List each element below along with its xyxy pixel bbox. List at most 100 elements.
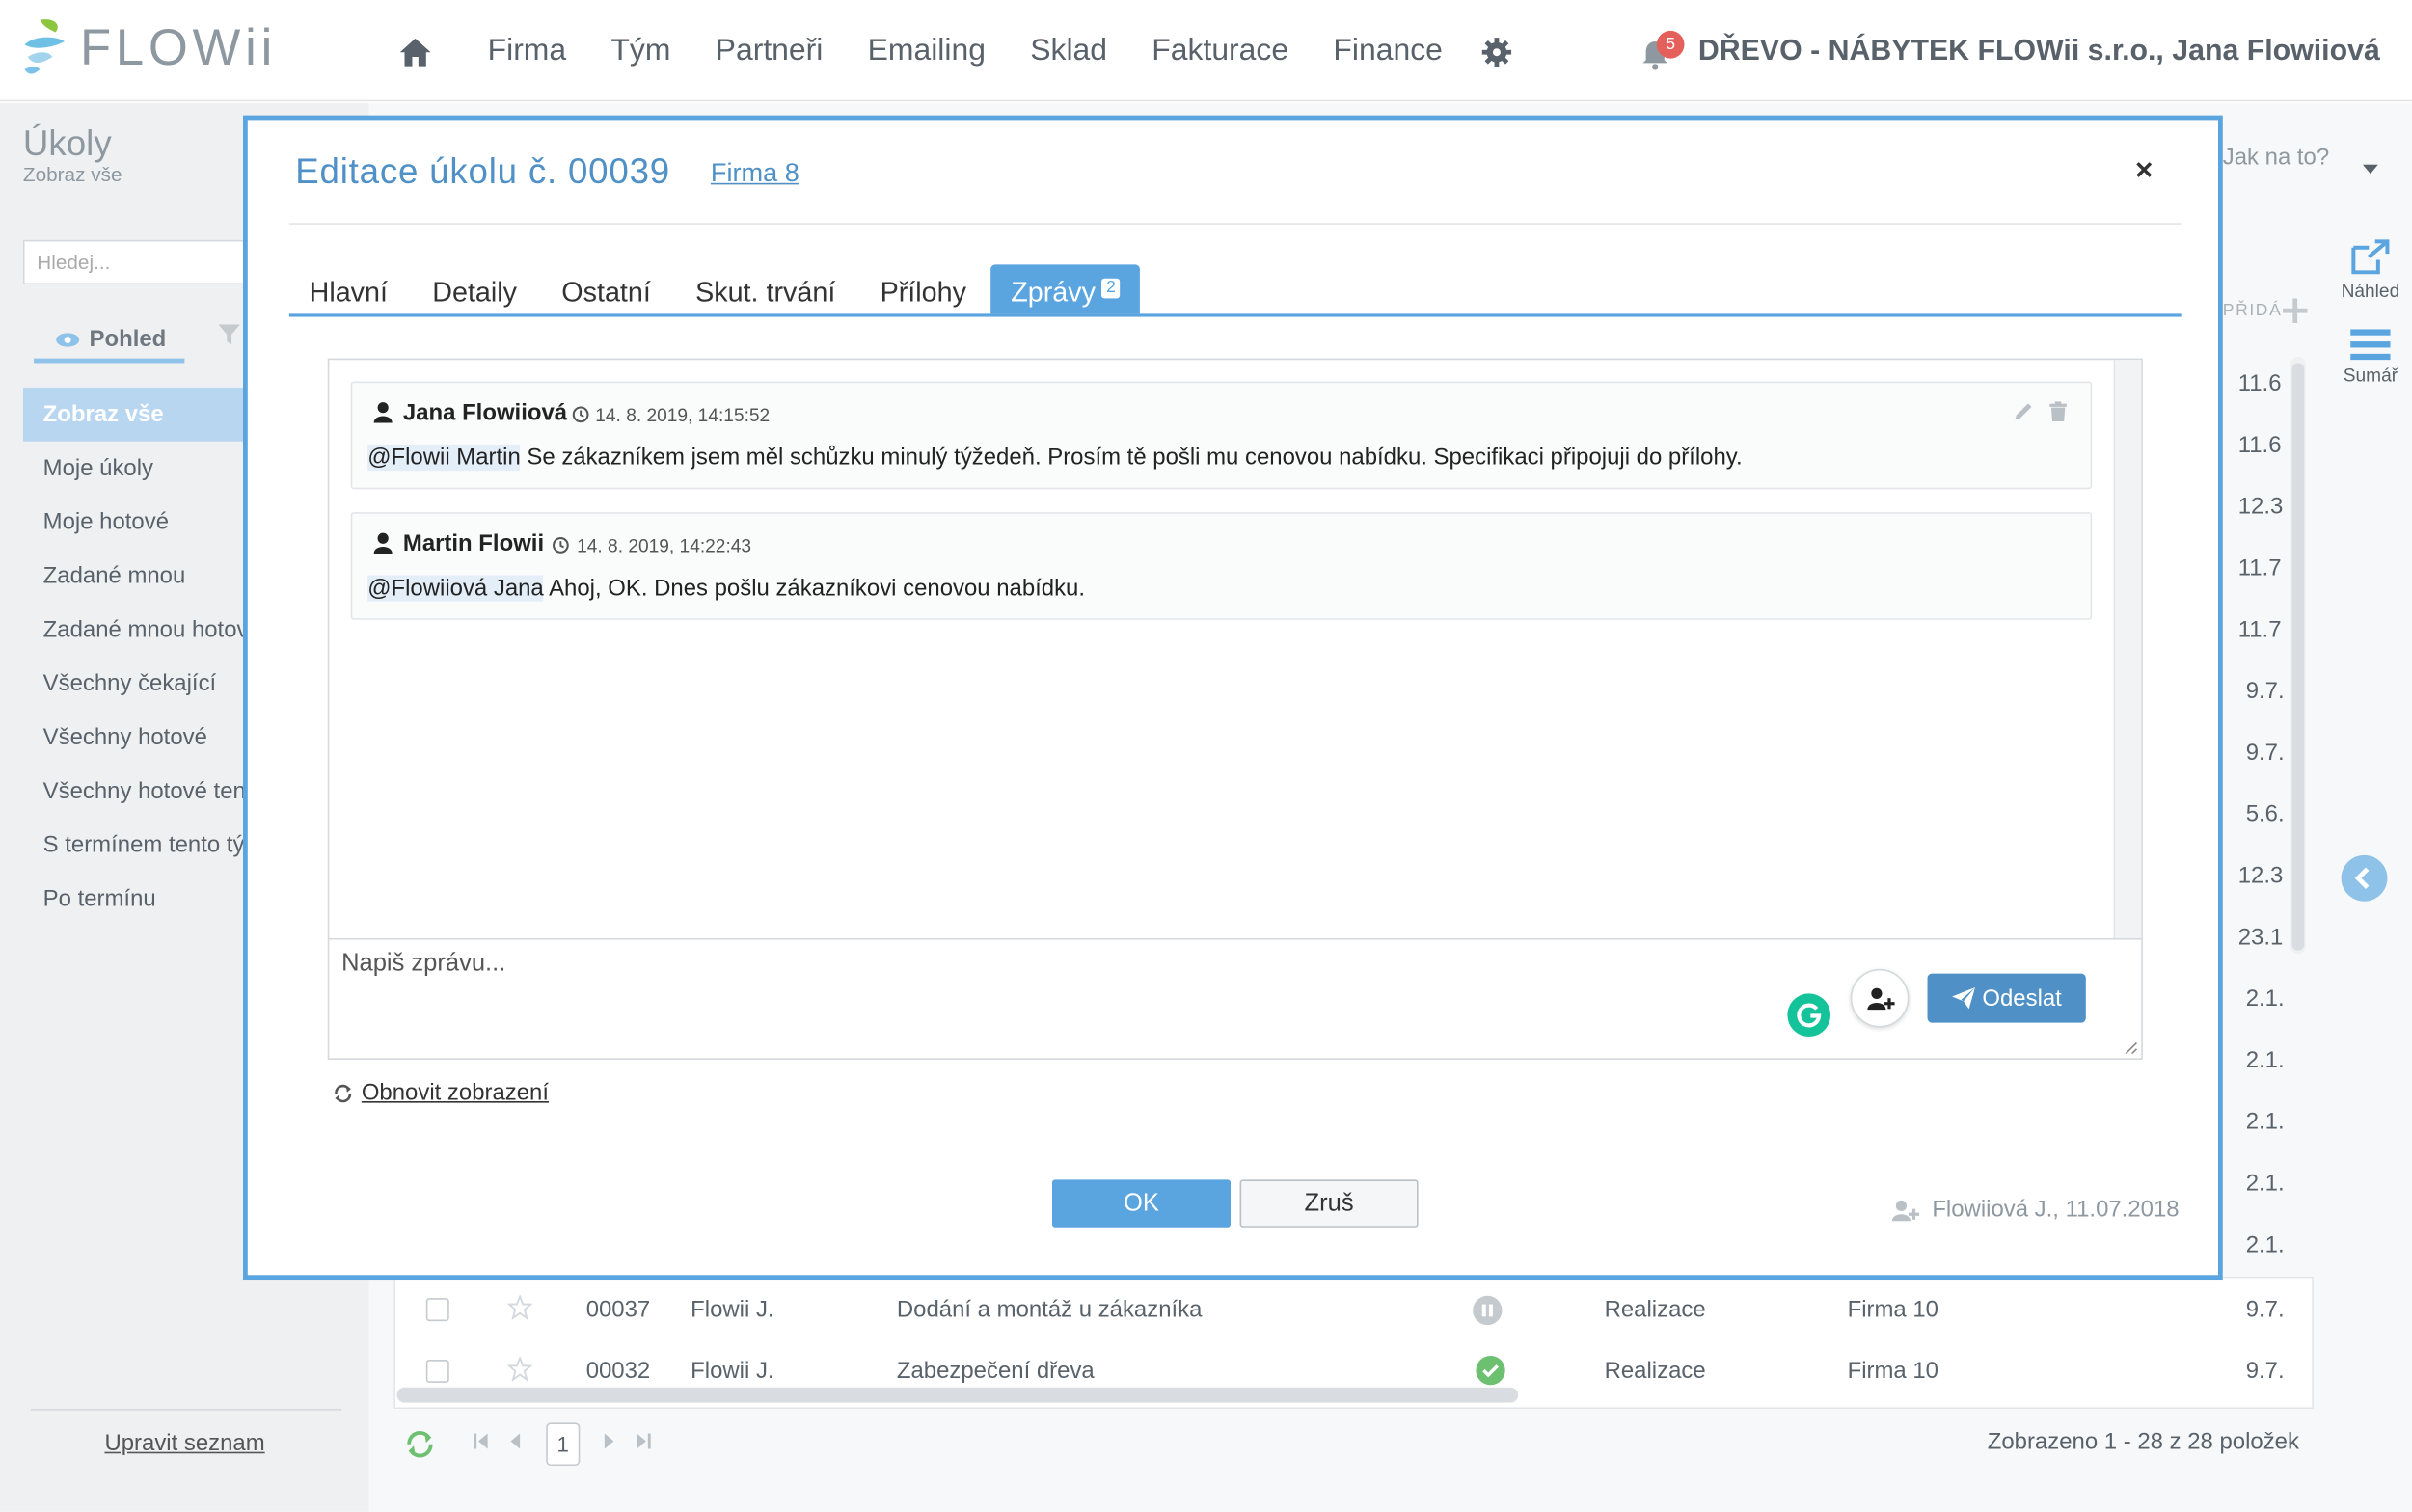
nav-firma[interactable]: Firma bbox=[488, 34, 567, 69]
messages-count-badge: 2 bbox=[1101, 278, 1121, 299]
message-item: Martin Flowii 14. 8. 2019, 14:22:43 @Flo… bbox=[350, 512, 2093, 620]
home-icon bbox=[399, 38, 431, 67]
menu-item-all-waiting[interactable]: Všechny čekající bbox=[23, 657, 246, 711]
nav-sklad[interactable]: Sklad bbox=[1030, 34, 1107, 69]
row-id: 00037 bbox=[585, 1296, 651, 1323]
menu-item-due-this-week[interactable]: S termínem tento týden bbox=[23, 819, 247, 873]
row-checkbox[interactable] bbox=[425, 1298, 449, 1322]
prev-page-button[interactable] bbox=[507, 1432, 523, 1455]
menu-item-my-tasks[interactable]: Moje úkoly bbox=[23, 442, 246, 496]
company-user-label[interactable]: DŘEVO - NÁBYTEK FLOWii s.r.o., Jana Flow… bbox=[1698, 36, 2380, 69]
nav-fakturace[interactable]: Fakturace bbox=[1152, 34, 1288, 69]
refresh-messages-link[interactable]: Obnovit zobrazení bbox=[362, 1080, 549, 1106]
table-date-cell: 2.1. bbox=[2245, 1170, 2285, 1197]
nav-finance[interactable]: Finance bbox=[1333, 34, 1442, 69]
current-page[interactable]: 1 bbox=[546, 1422, 581, 1467]
search-input[interactable]: Hledej... bbox=[22, 239, 270, 285]
nav-emailing[interactable]: Emailing bbox=[868, 34, 986, 69]
tab-messages[interactable]: Zprávy 2 bbox=[990, 264, 1141, 314]
message-time: 14. 8. 2019, 14:15:52 bbox=[595, 404, 771, 426]
dialog-tabs: Hlavní Detaily Ostatní Skut. trvání Příl… bbox=[288, 264, 2182, 317]
refresh-icon bbox=[407, 1430, 433, 1458]
row-owner: Flowii J. bbox=[691, 1296, 774, 1323]
table-date-cell: 9.7. bbox=[2245, 740, 2285, 767]
table-date-cell: 11.7 bbox=[2237, 616, 2282, 643]
tab-messages-label: Zprávy bbox=[1011, 277, 1096, 308]
messages-scrollbar[interactable] bbox=[2113, 360, 2142, 938]
close-button[interactable]: × bbox=[2135, 154, 2154, 190]
refresh-table-button[interactable] bbox=[403, 1427, 437, 1469]
star-button[interactable] bbox=[506, 1294, 533, 1326]
send-button-label: Odeslat bbox=[1982, 985, 2062, 1012]
compose-divider bbox=[329, 937, 2142, 940]
table-date-cell: 9.7. bbox=[2245, 678, 2285, 705]
filter-tab[interactable] bbox=[218, 324, 240, 354]
home-button[interactable] bbox=[398, 37, 432, 75]
row-phase: Realizace bbox=[1604, 1296, 1706, 1323]
plus-icon bbox=[2282, 298, 2308, 323]
horizontal-scrollbar[interactable] bbox=[396, 1387, 1519, 1403]
tab-view[interactable]: Pohled bbox=[34, 320, 185, 364]
menu-item-my-done[interactable]: Moje hotové bbox=[23, 496, 246, 550]
table-date-cell: 23.1 bbox=[2237, 924, 2284, 951]
howto-link[interactable]: Jak na to? bbox=[2223, 145, 2329, 171]
row-company: Firma 10 bbox=[1847, 1296, 1938, 1323]
cancel-button[interactable]: Zruš bbox=[1239, 1179, 1419, 1228]
flowii-logo[interactable]: FLOWii bbox=[21, 15, 277, 80]
menu-item-all-done-this[interactable]: Všechny hotové tento bbox=[23, 765, 247, 819]
table-date-cell: 2.1. bbox=[2245, 986, 2285, 1012]
nav-tym[interactable]: Tým bbox=[610, 34, 670, 69]
first-page-button[interactable] bbox=[473, 1432, 491, 1455]
tab-actual-duration[interactable]: Skut. trvání bbox=[675, 264, 855, 313]
tab-view-label: Pohled bbox=[89, 326, 167, 353]
howto-dropdown[interactable] bbox=[2362, 154, 2378, 182]
message-mention[interactable]: @Flowii Martin bbox=[367, 444, 521, 472]
edit-list-link[interactable]: Upravit seznam bbox=[104, 1430, 264, 1456]
table-scrollbar-thumb[interactable] bbox=[2291, 363, 2305, 951]
user-icon bbox=[373, 532, 393, 554]
settings-button[interactable] bbox=[1481, 37, 1512, 75]
tab-attachments[interactable]: Přílohy bbox=[860, 264, 987, 313]
send-button[interactable]: Odeslat bbox=[1927, 973, 2086, 1023]
user-plus-icon bbox=[1891, 1200, 1920, 1221]
clock-icon bbox=[572, 406, 589, 423]
column-header-added[interactable]: PŘIDÁ bbox=[2223, 302, 2283, 320]
add-mention-button[interactable] bbox=[1850, 968, 1910, 1028]
resize-handle-icon[interactable] bbox=[2123, 1040, 2138, 1055]
grammarly-button[interactable] bbox=[1787, 993, 1831, 1038]
tab-details[interactable]: Detaily bbox=[413, 264, 537, 313]
row-checkbox[interactable] bbox=[425, 1359, 449, 1383]
nav-partneri[interactable]: Partneři bbox=[716, 34, 824, 69]
menu-item-show-all[interactable]: Zobraz vše bbox=[22, 387, 247, 442]
tab-main[interactable]: Hlavní bbox=[289, 264, 408, 313]
table-row[interactable]: 00037 Flowii J. Dodání a montáž u zákazn… bbox=[393, 1278, 2286, 1339]
pencil-icon[interactable] bbox=[2014, 401, 2034, 421]
tab-other[interactable]: Ostatní bbox=[542, 264, 671, 313]
table-date-cell: 2.1. bbox=[2245, 1231, 2285, 1258]
message-mention[interactable]: @Flowiiová Jana bbox=[367, 575, 544, 602]
trash-icon[interactable] bbox=[2049, 401, 2068, 422]
message-text: @Flowiiová Jana Ahoj, OK. Dnes pošlu zák… bbox=[367, 575, 1085, 602]
refresh-messages[interactable]: Obnovit zobrazení bbox=[333, 1080, 549, 1106]
preview-tool[interactable]: Náhled bbox=[2332, 238, 2409, 302]
add-column-button[interactable] bbox=[2282, 298, 2308, 330]
last-page-button[interactable] bbox=[634, 1432, 652, 1455]
message-item: Jana Flowiiová 14. 8. 2019, 14:15:52 @Fl… bbox=[350, 381, 2093, 490]
next-page-button[interactable] bbox=[602, 1432, 617, 1455]
message-input[interactable]: Napiš zprávu... bbox=[341, 951, 505, 979]
table-date-cell: 2.1. bbox=[2245, 1108, 2285, 1136]
ok-button[interactable]: OK bbox=[1051, 1179, 1231, 1228]
menu-item-assigned-by-me-done[interactable]: Zadané mnou hotové bbox=[23, 603, 247, 657]
summary-tool[interactable]: Sumář bbox=[2332, 329, 2409, 386]
flowii-logo-icon bbox=[24, 19, 65, 74]
star-button[interactable] bbox=[506, 1355, 533, 1388]
status-paused bbox=[1472, 1295, 1503, 1332]
menu-item-all-done[interactable]: Všechny hotové bbox=[23, 711, 246, 765]
close-icon: × bbox=[2134, 153, 2154, 188]
left-divider bbox=[30, 1409, 342, 1411]
top-bar: FLOWii Firma Tým Partneři Emailing Sklad… bbox=[0, 0, 2412, 102]
menu-item-overdue[interactable]: Po termínu bbox=[23, 872, 246, 926]
collapse-panel-button[interactable] bbox=[2341, 854, 2388, 902]
menu-item-assigned-by-me[interactable]: Zadané mnou bbox=[23, 549, 246, 603]
company-link[interactable]: Firma 8 bbox=[711, 158, 799, 189]
